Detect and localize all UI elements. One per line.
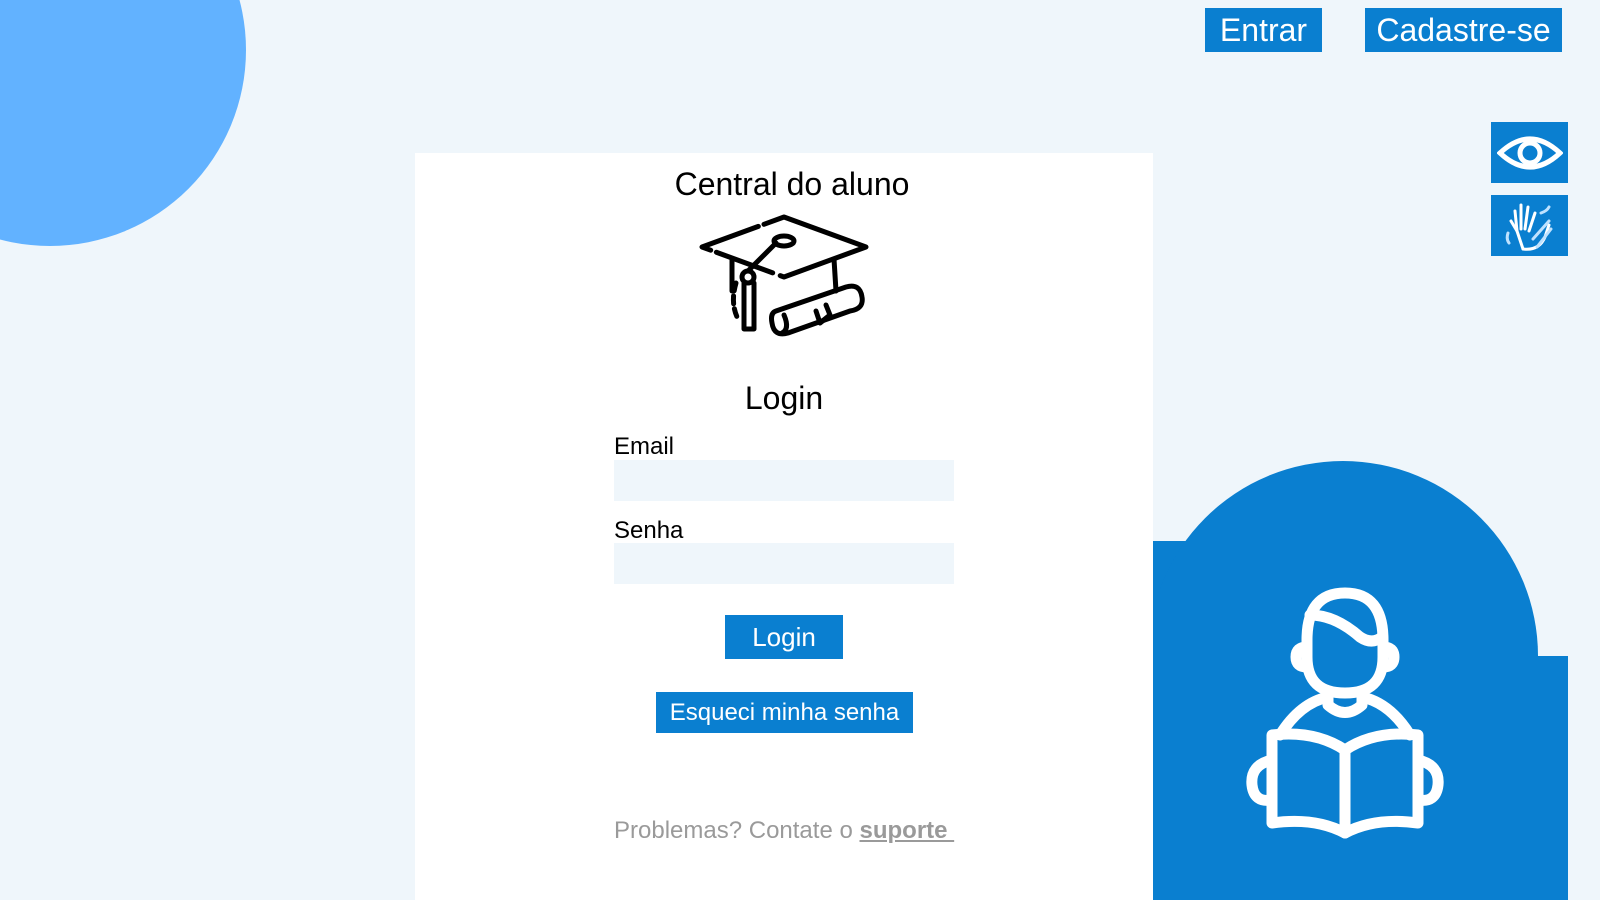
password-label: Senha bbox=[614, 517, 684, 544]
login-card: Central do aluno Login Email Senha Login… bbox=[415, 153, 1153, 900]
email-field[interactable] bbox=[614, 460, 954, 501]
visibility-toggle-button[interactable] bbox=[1491, 122, 1568, 183]
sign-language-hand-icon bbox=[1505, 203, 1552, 251]
login-submit-button[interactable]: Login bbox=[725, 615, 843, 659]
help-prefix: Problemas? Contate o bbox=[614, 817, 860, 844]
page-title: Central do aluno bbox=[674, 166, 910, 202]
decorative-circle-left bbox=[0, 0, 246, 246]
email-label: Email bbox=[614, 433, 675, 460]
forgot-password-button[interactable]: Esqueci minha senha bbox=[656, 692, 913, 733]
eye-icon bbox=[1496, 136, 1563, 169]
login-heading: Login bbox=[744, 380, 824, 416]
sign-language-button[interactable] bbox=[1491, 195, 1568, 256]
login-nav-button[interactable]: Entrar bbox=[1205, 8, 1322, 52]
page: Entrar Cadastre-se Central do aluno Logi… bbox=[0, 0, 1600, 900]
student-reading-book-icon bbox=[1246, 587, 1444, 839]
support-help-text: Problemas? Contate o suporte bbox=[614, 817, 954, 845]
support-link[interactable]: suporte bbox=[859, 817, 954, 844]
signup-nav-button[interactable]: Cadastre-se bbox=[1365, 8, 1562, 52]
graduation-cap-icon bbox=[699, 214, 869, 337]
password-field[interactable] bbox=[614, 543, 954, 584]
